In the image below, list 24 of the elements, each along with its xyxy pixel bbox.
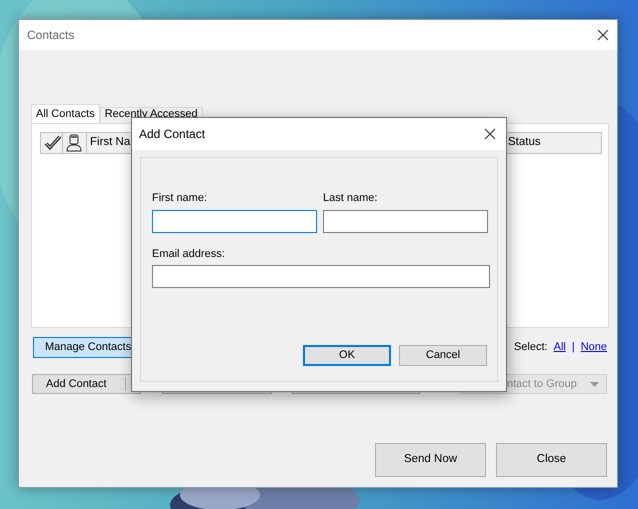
window-title: Contacts — [27, 27, 74, 44]
column-header[interactable]: Status — [504, 132, 602, 154]
footer-button[interactable]: Close — [496, 443, 607, 477]
input-field[interactable] — [152, 210, 317, 232]
caret-icon — [590, 382, 599, 386]
add-contact-split-button[interactable]: Add Contact — [32, 374, 141, 394]
close-icon[interactable] — [597, 29, 609, 41]
tab[interactable]: All Contacts — [31, 104, 100, 123]
field-label: Last name: — [323, 191, 378, 206]
person-icon — [66, 134, 82, 152]
dialog-button[interactable]: Cancel — [399, 345, 487, 366]
select-link[interactable]: None — [580, 339, 607, 356]
select-link[interactable]: All — [554, 339, 566, 356]
separator: | — [572, 340, 575, 356]
footer-button[interactable]: Send Now — [375, 443, 486, 477]
field-label: Email address: — [152, 246, 226, 262]
checkmark-icon — [44, 135, 62, 151]
input-field[interactable] — [152, 265, 490, 288]
field-label: First name: — [152, 191, 208, 206]
dialog-title: Add Contact — [139, 126, 206, 143]
input-field[interactable] — [323, 210, 488, 232]
close-icon[interactable] — [484, 128, 496, 140]
select-label: Select: — [514, 340, 548, 356]
dialog-button[interactable]: OK — [303, 345, 391, 366]
